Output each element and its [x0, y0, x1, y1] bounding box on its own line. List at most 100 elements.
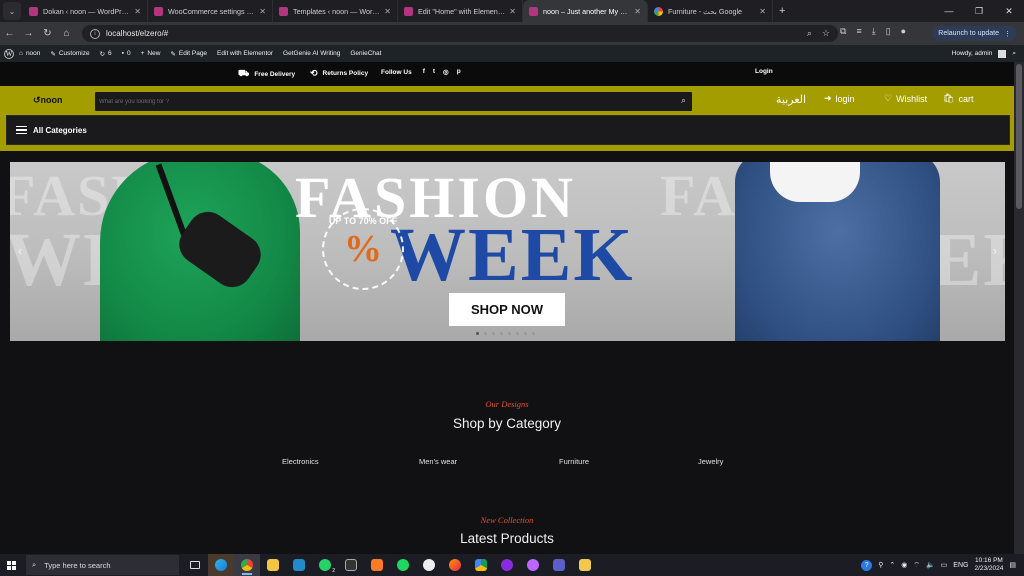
new-content-link[interactable]: + New	[141, 50, 161, 57]
slider-dot[interactable]	[500, 332, 503, 335]
edit-elementor-link[interactable]: Edit with Elementor	[217, 50, 273, 57]
scrollbar-thumb[interactable]	[1016, 64, 1022, 209]
home-icon[interactable]: ⌂	[57, 28, 76, 39]
vscode-icon[interactable]	[286, 554, 312, 576]
relaunch-button[interactable]: Relaunch to update ⋮	[932, 26, 1017, 41]
close-tab-icon[interactable]: ✕	[384, 7, 391, 16]
close-tab-icon[interactable]: ✕	[759, 7, 766, 16]
site-info-icon[interactable]: i	[90, 28, 100, 39]
taskbar-search[interactable]: ⌕ Type here to search	[26, 555, 179, 575]
login-link[interactable]: ➜ login	[824, 93, 855, 104]
twitter-icon[interactable]: t	[433, 68, 435, 76]
slider-dot[interactable]	[492, 332, 495, 335]
profile-avatar[interactable]: ●	[901, 26, 906, 37]
search-input[interactable]	[99, 95, 659, 108]
url-input[interactable]: i localhost/elzero/# ⌕ ☆	[82, 25, 838, 42]
tab-search-button[interactable]: ⌄	[3, 2, 21, 20]
network-icon[interactable]: ⌔	[913, 561, 920, 570]
back-icon[interactable]: ←	[0, 28, 19, 39]
battery-icon[interactable]: ▭	[941, 561, 948, 569]
all-categories-button[interactable]: All Categories	[6, 115, 1010, 145]
firefox-icon[interactable]	[442, 554, 468, 576]
chevron-up-icon[interactable]: ⌃	[889, 561, 895, 569]
customize-link[interactable]: ✎ Customize	[50, 50, 89, 58]
getgenie-link[interactable]: GetGenie AI Writing	[283, 50, 340, 57]
terminal-icon[interactable]	[338, 554, 364, 576]
site-logo[interactable]: ↺noon	[33, 95, 63, 106]
facebook-icon[interactable]: f	[423, 68, 425, 76]
browser-tab[interactable]: Edit "Home" with Elementor ✕	[398, 0, 523, 22]
browser-tab[interactable]: Templates ‹ noon — WordPress ✕	[273, 0, 398, 22]
whatsapp-icon[interactable]: 2	[312, 554, 338, 576]
updates-link[interactable]: ↻ 6	[100, 50, 112, 58]
chrome-icon[interactable]	[234, 554, 260, 576]
returns-policy-item[interactable]: ⟲ Returns Policy	[310, 68, 368, 79]
zoom-search-icon[interactable]: ⌕	[807, 28, 812, 39]
pinterest-icon[interactable]: p	[457, 68, 461, 76]
close-tab-icon[interactable]: ✕	[259, 7, 266, 16]
howdy-account[interactable]: Howdy, admin ⌕	[952, 49, 1016, 58]
slider-prev-icon[interactable]: ‹	[18, 244, 22, 258]
tab-search-list-icon[interactable]: ≡	[856, 26, 861, 37]
task-view-icon[interactable]	[182, 554, 208, 576]
record-icon[interactable]: ◉	[901, 561, 907, 569]
category-link[interactable]: Jewelry	[698, 457, 723, 466]
instagram-icon[interactable]: ◎	[443, 68, 449, 76]
download-icon[interactable]: ⤓	[872, 26, 876, 37]
new-tab-button[interactable]: +	[779, 5, 785, 17]
clock[interactable]: 10:16 PM 2/23/2024	[974, 557, 1003, 573]
shop-now-button[interactable]: SHOP NOW	[449, 293, 565, 326]
comments-link[interactable]: ▪ 0	[122, 50, 131, 57]
slider-dot[interactable]	[484, 332, 487, 335]
browser-tab[interactable]: Furniture - بحث Google ✕	[648, 0, 773, 22]
github-icon[interactable]	[494, 554, 520, 576]
slider-dot[interactable]	[516, 332, 519, 335]
close-tab-icon[interactable]: ✕	[634, 7, 641, 16]
wishlist-link[interactable]: ♡ Wishlist	[884, 93, 927, 104]
notifications-icon[interactable]: ▤	[1009, 561, 1016, 569]
app-icon[interactable]	[572, 554, 598, 576]
cart-link[interactable]: 🛍 cart	[943, 93, 973, 104]
search-icon[interactable]: ⌕	[1012, 50, 1016, 58]
category-link[interactable]: Electronics	[282, 457, 319, 466]
teams-icon[interactable]	[546, 554, 572, 576]
xampp-icon[interactable]	[364, 554, 390, 576]
close-tab-icon[interactable]: ✕	[509, 7, 516, 16]
minimize-icon[interactable]: —	[934, 0, 964, 22]
browser-tab[interactable]: Dokan ‹ noon — WordPress ✕	[23, 0, 148, 22]
google-drive-icon[interactable]	[468, 554, 494, 576]
bookmark-star-icon[interactable]: ☆	[822, 28, 830, 39]
language-indicator[interactable]: ENG	[953, 562, 968, 569]
geniechat-link[interactable]: GenieChat	[350, 50, 381, 57]
slider-dot[interactable]	[524, 332, 527, 335]
start-button[interactable]	[0, 554, 22, 576]
extensions-icon[interactable]: ⧉	[840, 26, 846, 37]
edit-page-link[interactable]: ✎ Edit Page	[170, 50, 207, 58]
slider-dot[interactable]	[476, 332, 479, 335]
close-window-icon[interactable]: ✕	[994, 0, 1024, 22]
reload-icon[interactable]: ↻	[38, 28, 57, 39]
close-tab-icon[interactable]: ✕	[134, 7, 141, 16]
volume-icon[interactable]: 🔈	[926, 561, 935, 569]
sidebar-icon[interactable]: ▯	[886, 26, 891, 37]
people-icon[interactable]: ⚲	[878, 561, 883, 569]
wordpress-icon[interactable]: W	[4, 48, 14, 59]
category-link[interactable]: Men's wear	[419, 457, 457, 466]
restore-icon[interactable]: ❐	[964, 0, 994, 22]
language-switch[interactable]: العربية	[776, 93, 806, 106]
category-link[interactable]: Furniture	[559, 457, 589, 466]
slider-next-icon[interactable]: ›	[993, 244, 997, 258]
app-icon[interactable]	[416, 554, 442, 576]
slider-dot[interactable]	[532, 332, 535, 335]
app-icon[interactable]	[520, 554, 546, 576]
spotify-icon[interactable]	[390, 554, 416, 576]
slider-dot[interactable]	[508, 332, 511, 335]
page-scrollbar[interactable]	[1014, 62, 1024, 554]
forward-icon[interactable]: →	[19, 28, 38, 39]
edge-icon[interactable]	[208, 554, 234, 576]
file-explorer-icon[interactable]	[260, 554, 286, 576]
search-icon[interactable]: ⌕	[681, 95, 686, 106]
top-login-link[interactable]: Login	[755, 68, 773, 75]
admin-site-link[interactable]: ⌂ noon	[19, 50, 40, 57]
help-icon[interactable]: ?	[861, 559, 873, 571]
